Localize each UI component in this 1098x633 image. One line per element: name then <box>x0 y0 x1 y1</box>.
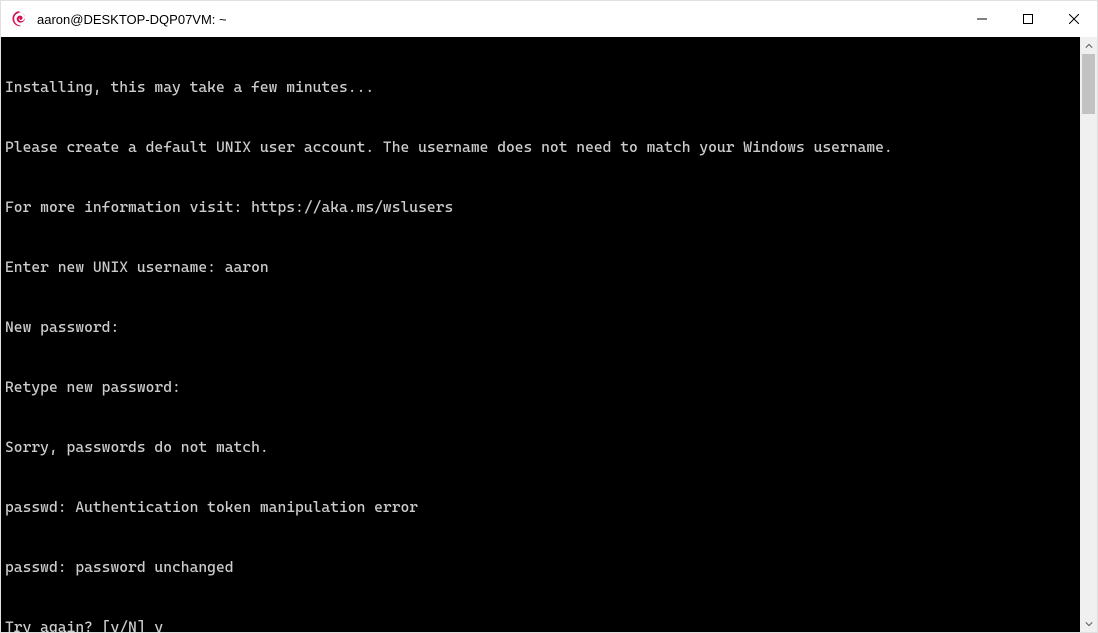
maximize-button[interactable] <box>1005 1 1051 37</box>
scrollbar-thumb[interactable] <box>1082 54 1095 114</box>
client-area: Installing, this may take a few minutes.… <box>1 37 1097 632</box>
titlebar-left: aaron@DESKTOP-DQP07VM: ~ <box>1 10 959 28</box>
terminal-line: passwd: password unchanged <box>5 557 1076 577</box>
debian-swirl-icon <box>11 10 29 28</box>
minimize-button[interactable] <box>959 1 1005 37</box>
terminal-line: Installing, this may take a few minutes.… <box>5 77 1076 97</box>
window-controls <box>959 1 1097 37</box>
terminal-line: Try again? [y/N] y <box>5 617 1076 632</box>
terminal-line: Please create a default UNIX user accoun… <box>5 137 1076 157</box>
terminal-line: Enter new UNIX username: aaron <box>5 257 1076 277</box>
scrollbar-up-button[interactable] <box>1080 37 1097 54</box>
terminal-line: Sorry, passwords do not match. <box>5 437 1076 457</box>
terminal-line: New password: <box>5 317 1076 337</box>
window-title: aaron@DESKTOP-DQP07VM: ~ <box>37 12 227 27</box>
close-button[interactable] <box>1051 1 1097 37</box>
terminal-line: Retype new password: <box>5 377 1076 397</box>
terminal-line: passwd: Authentication token manipulatio… <box>5 497 1076 517</box>
terminal-line: For more information visit: https://aka.… <box>5 197 1076 217</box>
vertical-scrollbar[interactable] <box>1080 37 1097 632</box>
terminal-output[interactable]: Installing, this may take a few minutes.… <box>1 37 1080 632</box>
titlebar[interactable]: aaron@DESKTOP-DQP07VM: ~ <box>1 1 1097 37</box>
scrollbar-down-button[interactable] <box>1080 615 1097 632</box>
terminal-window: aaron@DESKTOP-DQP07VM: ~ Installing, thi… <box>0 0 1098 633</box>
